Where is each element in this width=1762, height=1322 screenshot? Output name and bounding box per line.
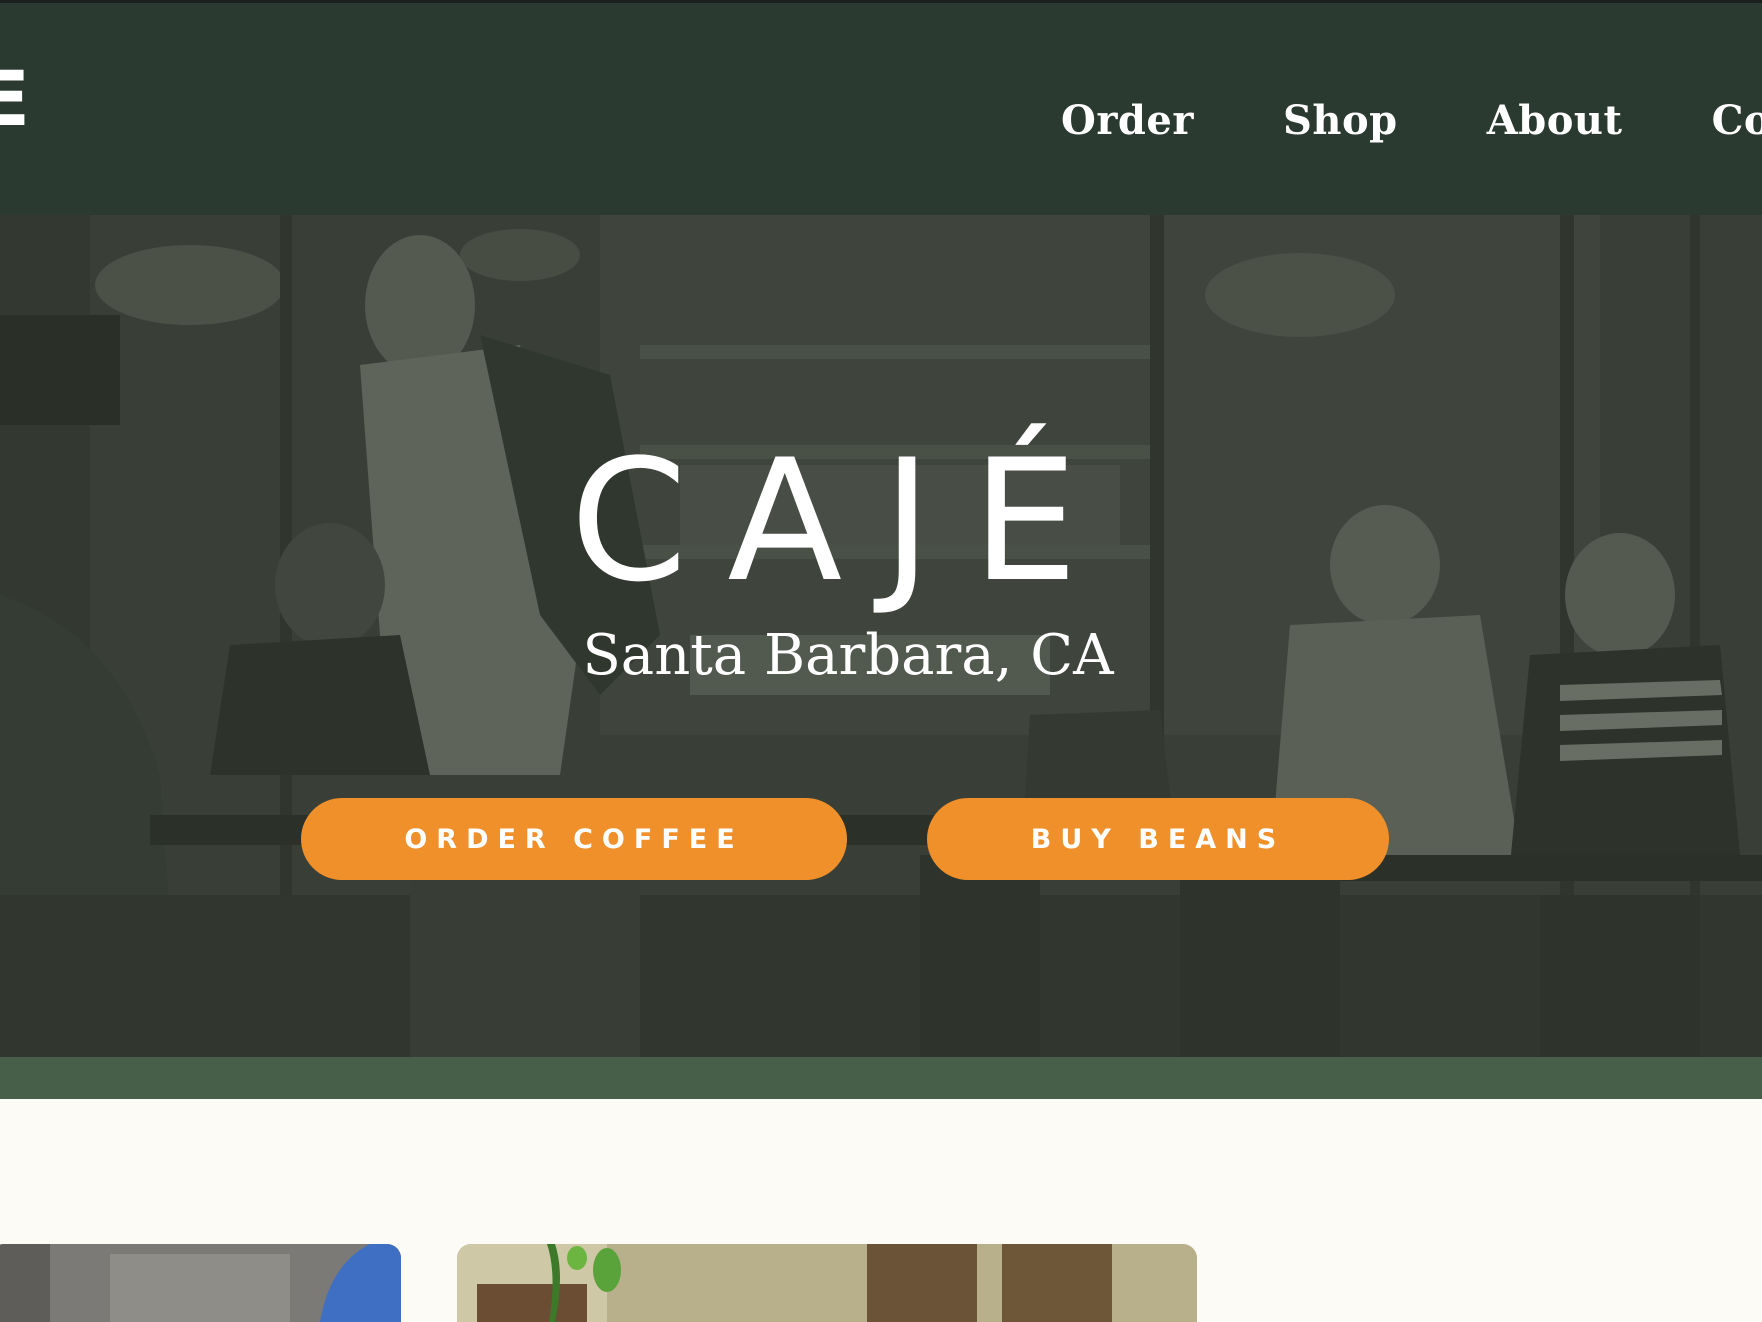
hero-section: CAJÉ Santa Barbara, CA ORDER COFFEE BUY … bbox=[0, 215, 1762, 1057]
content-section bbox=[0, 1099, 1762, 1322]
hero-title: CAJÉ bbox=[570, 423, 1118, 619]
feature-card-image[interactable] bbox=[0, 1244, 401, 1322]
order-coffee-button[interactable]: ORDER COFFEE bbox=[301, 798, 847, 880]
nav-item-order[interactable]: Order bbox=[1061, 97, 1194, 144]
section-divider-band bbox=[0, 1057, 1762, 1099]
site-logo[interactable]: E bbox=[0, 61, 30, 137]
nav-item-shop[interactable]: Shop bbox=[1283, 97, 1398, 144]
page: E Order Shop About Contact bbox=[0, 0, 1762, 1322]
buy-beans-button[interactable]: BUY BEANS bbox=[927, 798, 1389, 880]
nav-item-contact[interactable]: Contact bbox=[1712, 97, 1762, 144]
card-photo-image bbox=[457, 1244, 1197, 1322]
feature-card-image[interactable] bbox=[457, 1244, 1197, 1322]
nav-item-about[interactable]: About bbox=[1487, 97, 1623, 144]
hero-subtitle: Santa Barbara, CA bbox=[582, 623, 1114, 688]
card-photo-image bbox=[0, 1244, 401, 1322]
site-header: E Order Shop About Contact bbox=[0, 3, 1762, 215]
main-nav: Order Shop About Contact bbox=[1061, 97, 1762, 144]
